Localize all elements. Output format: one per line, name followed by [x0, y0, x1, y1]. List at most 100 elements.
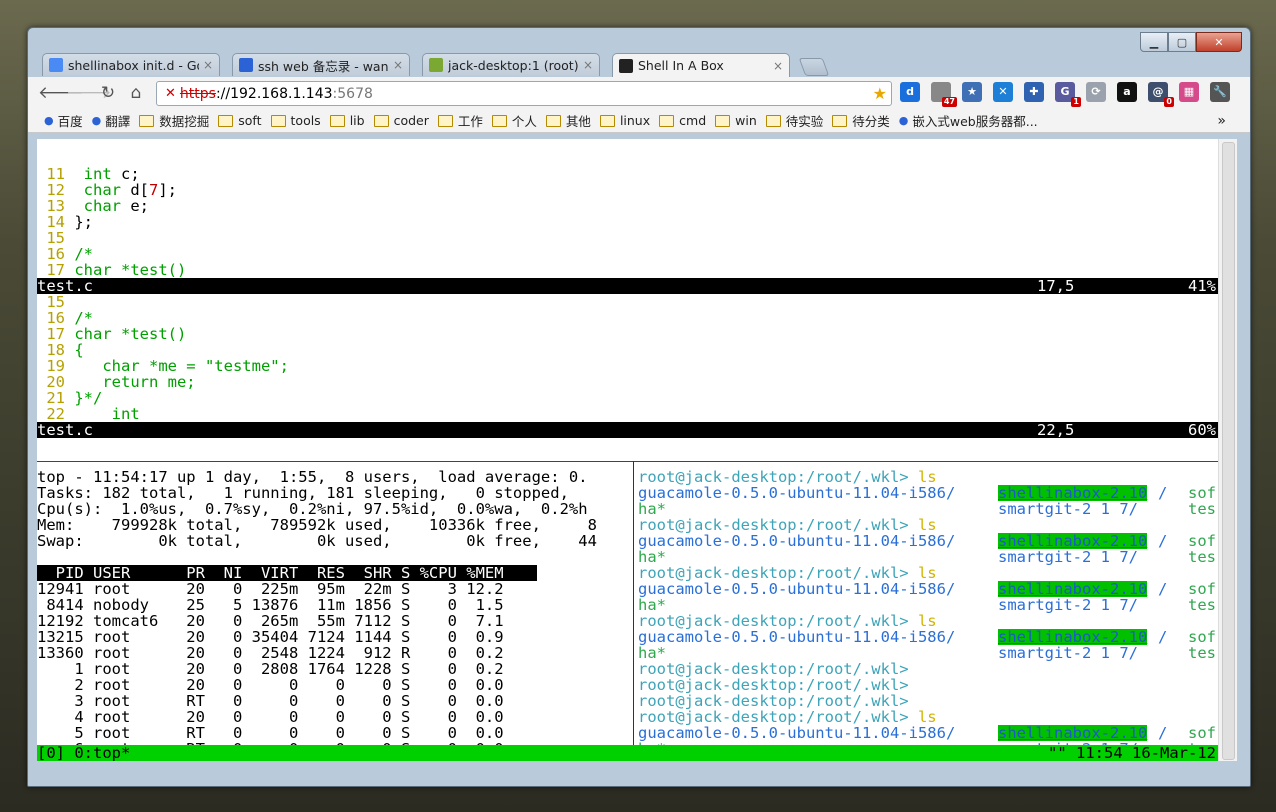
- color-icon[interactable]: ▦: [1179, 82, 1199, 102]
- bookmark-item[interactable]: ● 百度: [44, 111, 83, 130]
- folder-icon: [218, 114, 234, 127]
- dir-slash: /: [1158, 485, 1168, 501]
- home-icon[interactable]: ⌂: [122, 83, 150, 103]
- tab-close-icon[interactable]: ×: [393, 58, 403, 72]
- file-entry-cut: tes: [1188, 501, 1216, 517]
- shell-line: root@jack-desktop:/root/.wkl> ls: [638, 709, 1218, 725]
- bookmark-item[interactable]: lib: [329, 113, 365, 128]
- new-tab-button[interactable]: [798, 58, 830, 76]
- shell-prompt: root@jack-desktop:/root/.wkl>: [638, 565, 909, 581]
- page-scrollbar[interactable]: [1218, 139, 1237, 761]
- scrollbar-thumb[interactable]: [1222, 142, 1235, 760]
- vim-line: 13 char e;: [37, 198, 149, 214]
- shell-line: root@jack-desktop:/root/.wkl>: [638, 661, 1218, 677]
- tmux-clock: "" 11:54 16-Mar-12: [1048, 744, 1216, 761]
- shell-line: ha* smartgit-2_1_7/tes: [638, 549, 1218, 565]
- bookmark-item[interactable]: tools: [270, 113, 321, 128]
- tab-3[interactable]: jack-desktop:1 (root) ×: [422, 53, 600, 76]
- bookmark-item[interactable]: 待实验: [765, 111, 824, 130]
- bookmark-item[interactable]: ● 嵌入式web服务器都...: [899, 111, 1038, 130]
- minimize-button[interactable]: ▁: [1140, 32, 1168, 52]
- process-row: 13215 root 20 0 35404 7124 1144 S 0 0.9: [37, 629, 504, 645]
- wrench-icon[interactable]: 🔧: [1210, 82, 1230, 102]
- bookmark-label: 个人: [511, 114, 537, 129]
- vim-line: 22 int: [37, 406, 139, 422]
- bookmark-item[interactable]: 数据挖掘: [139, 111, 209, 130]
- address-bar[interactable]: ✕ https ://192.168.1.143 :5678 ★: [156, 81, 892, 106]
- bookmark-item[interactable]: linux: [599, 113, 650, 128]
- shell-line: root@jack-desktop:/root/.wkl> ls: [638, 469, 1218, 485]
- dir-slash: /: [1158, 629, 1168, 645]
- bookmark-star-icon[interactable]: ★: [962, 82, 982, 102]
- bookmark-star-icon[interactable]: ★: [873, 84, 887, 103]
- top-summary-line: Mem: 799928k total, 789592k used, 10336k…: [37, 517, 597, 533]
- dir-entry: guacamole-0.5.0-ubuntu-11.04-i586/: [638, 485, 956, 501]
- maximize-button[interactable]: ▢: [1168, 32, 1196, 52]
- tab-close-icon[interactable]: ×: [583, 58, 593, 72]
- share-icon[interactable]: ✕: [993, 82, 1013, 102]
- tab-title: jack-desktop:1 (root): [448, 57, 579, 73]
- google-voice-icon[interactable]: G1: [1055, 82, 1081, 107]
- shell-line: root@jack-desktop:/root/.wkl>: [638, 677, 1218, 693]
- tab-2[interactable]: ssh web 备忘录 - wangka ×: [232, 53, 410, 76]
- bookmark-item[interactable]: 工作: [437, 111, 483, 130]
- tab-4[interactable]: Shell In A Box ×: [612, 53, 790, 77]
- tab-close-icon[interactable]: ×: [773, 59, 783, 73]
- shell-prompt: root@jack-desktop:/root/.wkl>: [638, 469, 909, 485]
- vim-line: 17 char *test(): [37, 262, 186, 278]
- dir-entry-highlight: shellinabox-2.10: [998, 725, 1148, 741]
- shell-command: ls: [908, 613, 937, 629]
- tab-1[interactable]: shellinabox init.d - Googl ×: [42, 53, 220, 76]
- dir-entry-cut: sof: [1188, 725, 1216, 741]
- top-column-header: PID USER PR NI VIRT RES SHR S %CPU %MEM: [37, 565, 537, 581]
- bookmark-item[interactable]: 个人: [491, 111, 537, 130]
- forward-arrow-icon[interactable]: 🡒: [66, 83, 112, 103]
- mail-icon[interactable]: @0: [1148, 82, 1174, 107]
- dir-entry-cut: sof: [1188, 581, 1216, 597]
- bookmark-item[interactable]: win: [715, 113, 757, 128]
- back-arrow-icon[interactable]: 🡐: [38, 83, 84, 103]
- dir-entry-highlight: shellinabox-2.10: [998, 485, 1148, 501]
- shell-line: guacamole-0.5.0-ubuntu-11.04-i586/shelli…: [638, 485, 1218, 501]
- wrapped-entry: ha*: [638, 501, 666, 517]
- close-window-button[interactable]: ✕: [1196, 32, 1242, 52]
- bookmark-item[interactable]: coder: [373, 113, 429, 128]
- bookmark-label: 待实验: [785, 114, 824, 129]
- scroll-percent: 41%: [1188, 277, 1216, 295]
- bookmark-item[interactable]: cmd: [659, 113, 706, 128]
- bookmark-item[interactable]: soft: [218, 113, 262, 128]
- scroll-percent: 60%: [1188, 421, 1216, 439]
- bookmark-item[interactable]: 待分类: [832, 111, 890, 130]
- vim-status-line: test.c 22,5 60%: [37, 422, 1218, 438]
- amazon-icon[interactable]: a: [1117, 82, 1137, 102]
- shell-line: guacamole-0.5.0-ubuntu-11.04-i586/shelli…: [638, 581, 1218, 597]
- puzzle-icon[interactable]: ✚: [1024, 82, 1044, 102]
- cursor-position: 22,5: [1037, 421, 1075, 439]
- shell-in-a-box-terminal[interactable]: 11 int c; 12 char d[7]; 13 char e; 14 };…: [37, 139, 1218, 761]
- bookmark-label: 待分类: [852, 114, 890, 129]
- bookmark-label: 工作: [457, 114, 483, 129]
- code-token: ];: [158, 181, 178, 199]
- delicious-icon[interactable]: d: [900, 82, 920, 102]
- gmail-checker-icon[interactable]: 47: [931, 82, 957, 107]
- vim-line: 15: [37, 230, 74, 246]
- bookmarks-more-icon[interactable]: »: [1217, 113, 1226, 129]
- reload-icon[interactable]: ↻: [94, 83, 122, 103]
- bookmark-label: cmd: [679, 113, 707, 128]
- tmux-window-list[interactable]: [0] 0:top*: [37, 744, 130, 761]
- bookmark-item[interactable]: 其他: [545, 111, 591, 130]
- process-row: 3 root RT 0 0 0 0 S 0 0.0: [37, 693, 504, 709]
- vim-line: 12 char d[7];: [37, 182, 177, 198]
- vim-line: 21 }*/: [37, 390, 102, 406]
- bookmark-item[interactable]: ● 翻譯: [92, 111, 131, 130]
- shell-prompt: root@jack-desktop:/root/.wkl>: [638, 709, 909, 725]
- tab-close-icon[interactable]: ×: [203, 58, 213, 72]
- vim-line: 15: [37, 294, 74, 310]
- top-summary-line: Swap: 0k total, 0k used, 0k free, 44: [37, 533, 597, 549]
- vim-line: 18 {: [37, 342, 83, 358]
- sync-icon[interactable]: ⟳: [1086, 82, 1106, 102]
- file-entry-cut: tes: [1188, 645, 1216, 661]
- notification-badge: 1: [1071, 97, 1081, 107]
- dir-entry-highlight: shellinabox-2.10: [998, 581, 1148, 597]
- tab-title: ssh web 备忘录 - wangka: [258, 58, 389, 74]
